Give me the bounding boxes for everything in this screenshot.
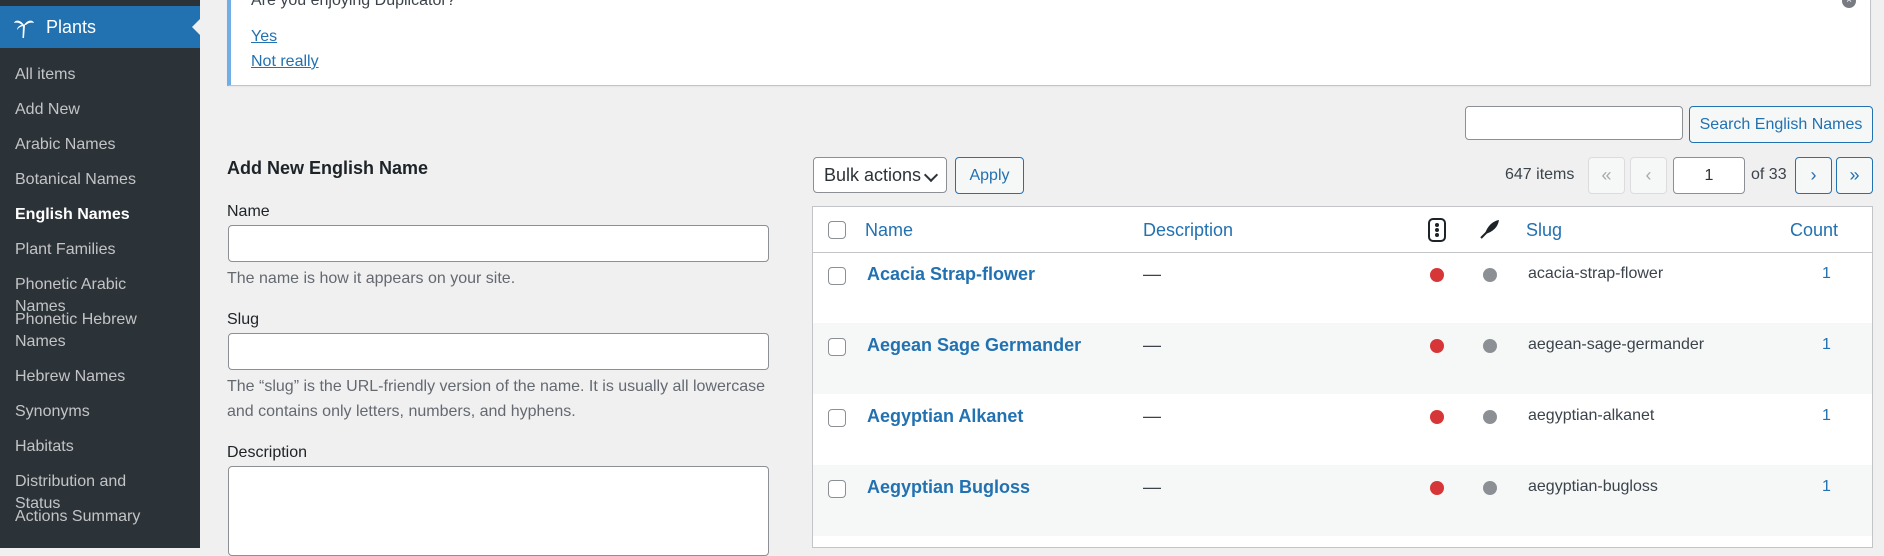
term-name-link[interactable]: Acacia Strap-flower [867, 264, 1035, 285]
table-row: Aegyptian Bugloss — aegyptian-bugloss 1 [813, 465, 1872, 536]
term-count-link[interactable]: 1 [1822, 336, 1831, 354]
sidebar-item-all-items[interactable]: All items [0, 64, 190, 86]
slug-input[interactable] [228, 333, 769, 370]
notice-not-really-link[interactable]: Not really [251, 53, 319, 71]
name-label: Name [227, 203, 270, 220]
table-row: Aegean Sage Germander — aegean-sage-german… [813, 323, 1872, 394]
status-grey-dot-icon [1483, 268, 1497, 282]
description-textarea[interactable] [228, 466, 769, 556]
sidebar-item-actions-summary[interactable]: Actions Summary [0, 506, 190, 528]
row-checkbox[interactable] [828, 338, 846, 356]
notice-question: Are you enjoying Duplicator? [251, 0, 456, 9]
term-slug: aegyptian-alkanet [1528, 407, 1655, 424]
term-name-link[interactable]: Aegean Sage Germander [867, 335, 1081, 356]
term-name-link[interactable]: Aegyptian Alkanet [867, 406, 1023, 427]
menu-plants-label: Plants [46, 16, 97, 37]
column-count-header[interactable]: Count [1790, 220, 1838, 241]
prev-page-button: ‹ [1630, 157, 1667, 194]
search-input[interactable] [1465, 106, 1683, 140]
sidebar-item-habitats[interactable]: Habitats [0, 436, 190, 458]
status-red-dot-icon [1430, 268, 1444, 282]
notice-yes-link[interactable]: Yes [251, 28, 277, 46]
plants-submenu: All items Add New Arabic Names Botanical Na… [0, 48, 200, 548]
term-description: — [1143, 406, 1161, 426]
sidebar-item-phonetic-hebrew-names[interactable]: Phonetic Hebrew Names [0, 309, 190, 353]
term-count-link[interactable]: 1 [1822, 478, 1831, 496]
term-description: — [1143, 335, 1161, 355]
traffic-light-icon [1428, 218, 1446, 242]
term-slug: aegean-sage-germander [1528, 336, 1705, 353]
status-red-dot-icon [1430, 339, 1444, 353]
column-slug-header[interactable]: Slug [1526, 220, 1562, 241]
sidebar-item-botanical-names[interactable]: Botanical Names [0, 169, 190, 191]
total-pages: of 33 [1751, 166, 1787, 183]
row-checkbox[interactable] [828, 409, 846, 427]
chevron-down-icon [923, 167, 939, 183]
current-page-input[interactable]: 1 [1673, 157, 1745, 194]
search-english-names-button[interactable]: Search English Names [1689, 106, 1873, 143]
status-grey-dot-icon [1483, 410, 1497, 424]
column-name-header[interactable]: Name [865, 220, 913, 241]
next-page-button[interactable]: › [1795, 157, 1832, 194]
items-count: 647 items [1505, 166, 1575, 183]
row-checkbox[interactable] [828, 480, 846, 498]
bulk-actions-select[interactable]: Bulk actions [813, 157, 947, 193]
slug-label: Slug [227, 311, 260, 328]
term-name-link[interactable]: Aegyptian Bugloss [867, 477, 1030, 498]
description-label: Description [227, 444, 308, 461]
term-description: — [1143, 264, 1161, 284]
sidebar-item-hebrew-names[interactable]: Hebrew Names [0, 366, 190, 388]
status-grey-dot-icon [1483, 339, 1497, 353]
term-slug: aegyptian-bugloss [1528, 478, 1658, 495]
row-checkbox[interactable] [828, 267, 846, 285]
table-header: Name Description Slug Count [813, 207, 1872, 253]
terms-table: Name Description Slug Count Acacia Strap… [812, 206, 1873, 548]
status-grey-dot-icon [1483, 481, 1497, 495]
name-help: The name is how it appears on your site. [227, 270, 516, 287]
sidebar-item-add-new[interactable]: Add New [0, 99, 190, 121]
first-page-button: « [1588, 157, 1625, 194]
bulk-actions-value: Bulk actions [824, 164, 922, 185]
sidebar-item-arabic-names[interactable]: Arabic Names [0, 134, 190, 156]
select-all-checkbox[interactable] [828, 221, 846, 239]
term-count-link[interactable]: 1 [1822, 407, 1831, 425]
apply-button[interactable]: Apply [955, 157, 1024, 194]
term-count-link[interactable]: 1 [1822, 265, 1831, 283]
sidebar-item-plant-families[interactable]: Plant Families [0, 239, 190, 261]
term-slug: acacia-strap-flower [1528, 265, 1664, 282]
column-description-header[interactable]: Description [1143, 220, 1233, 241]
feather-icon [1480, 220, 1499, 239]
status-red-dot-icon [1430, 410, 1444, 424]
last-page-button[interactable]: » [1836, 157, 1873, 194]
add-form-title: Add New English Name [227, 158, 429, 178]
palm-tree-icon [14, 20, 34, 38]
current-menu-arrow [192, 19, 200, 35]
status-red-dot-icon [1430, 481, 1444, 495]
name-input[interactable] [228, 225, 769, 262]
table-row: Aegyptian Alkanet — aegyptian-alkanet 1 [813, 394, 1872, 465]
table-row: Acacia Strap-flower — acacia-strap-flower 1 [813, 252, 1872, 323]
term-description: — [1143, 477, 1161, 497]
dismiss-notice-icon[interactable]: × [1842, 0, 1856, 8]
sidebar-item-synonyms[interactable]: Synonyms [0, 401, 190, 423]
duplicator-notice: Are you enjoying Duplicator? Yes Not rea… [227, 0, 1871, 86]
menu-plants[interactable]: Plants [0, 6, 200, 48]
admin-sidebar: Plants All items Add New Arabic Names Botan… [0, 0, 200, 548]
slug-help: The “slug” is the URL-friendly version o… [227, 378, 765, 420]
sidebar-item-english-names[interactable]: English Names [0, 204, 190, 226]
